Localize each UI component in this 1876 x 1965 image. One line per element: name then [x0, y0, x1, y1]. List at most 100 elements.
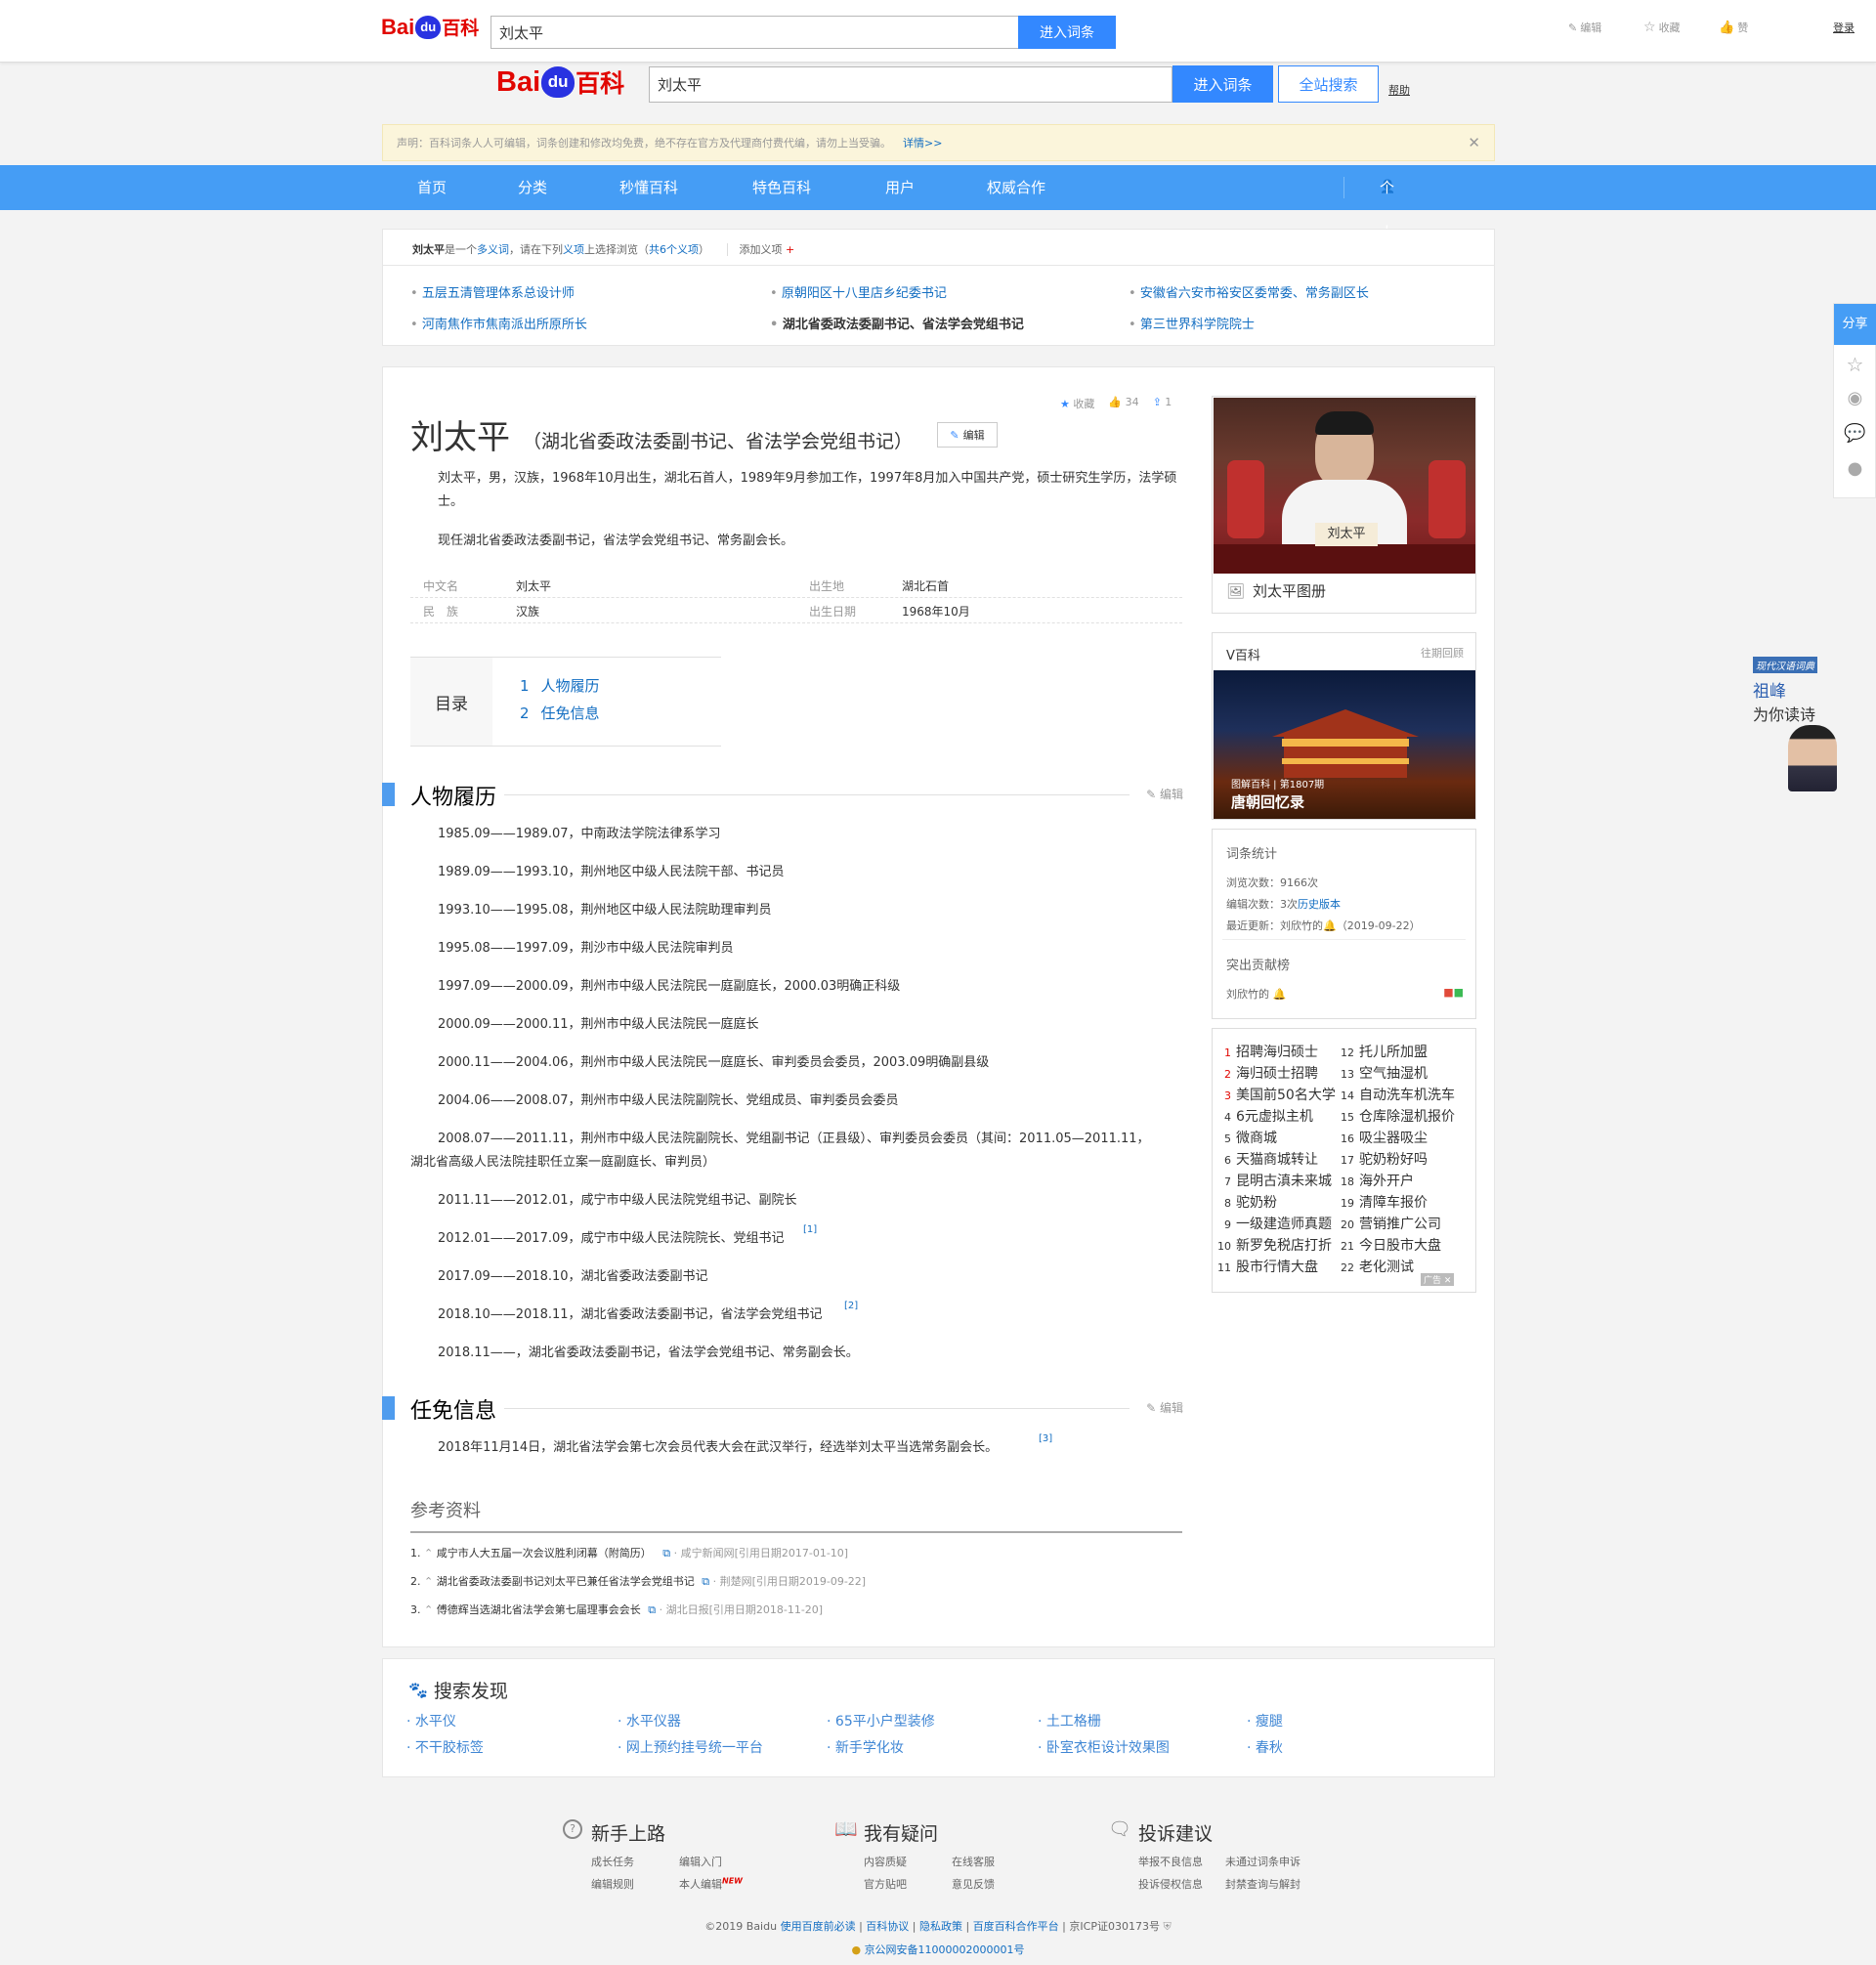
toc-item[interactable]: 2 任免信息 — [520, 703, 600, 723]
nav-item-featured[interactable]: 特色百科 — [752, 165, 811, 210]
up-icon[interactable]: ⌃ — [424, 1603, 433, 1616]
footer-link[interactable]: 编辑入门 — [679, 1854, 722, 1869]
search-input[interactable]: 刘太平 — [490, 16, 1019, 49]
footer-link[interactable]: 编辑规则 — [591, 1876, 634, 1892]
ranking-item[interactable]: 5 微商城 — [1217, 1128, 1277, 1147]
ranking-item[interactable]: 6 天猫商城转让 — [1217, 1149, 1318, 1169]
past-issues-link[interactable]: 往期回顾 — [1421, 645, 1464, 661]
main-search-input[interactable]: 刘太平 — [649, 66, 1172, 103]
external-link-icon[interactable]: ⧉ — [648, 1603, 656, 1616]
ranking-item[interactable]: 14 自动洗车机洗车 — [1341, 1085, 1455, 1104]
like-button[interactable]: 👍 34 — [1108, 396, 1138, 411]
ad-badge[interactable]: 广告 ✕ — [1421, 1273, 1455, 1286]
citation-link[interactable]: [2] — [844, 1301, 858, 1311]
collect-action[interactable]: ☆ 收藏 — [1643, 20, 1681, 35]
nav-item-user[interactable]: 用户 — [885, 165, 915, 210]
footer-link[interactable]: 封禁查询与解封 — [1225, 1876, 1300, 1892]
discover-item[interactable]: · 65平小户型装修 — [827, 1711, 935, 1730]
edit-action[interactable]: ✎ 编辑 — [1568, 20, 1601, 35]
main-enter-entry-button[interactable]: 进入词条 — [1172, 65, 1273, 103]
add-meaning-link[interactable]: 添加义项 + — [726, 243, 795, 256]
toc-item[interactable]: 1 人物履历 — [520, 675, 600, 696]
section-edit-link[interactable]: ✎ 编辑 — [1146, 786, 1183, 802]
ranking-item[interactable]: 13 空气抽湿机 — [1341, 1063, 1428, 1083]
ranking-item[interactable]: 7 昆明古滇未来城 — [1217, 1171, 1332, 1190]
up-icon[interactable]: ⌃ — [424, 1575, 433, 1588]
footer-link[interactable]: 成长任务 — [591, 1854, 634, 1869]
page-subtitle: （湖北省委政法委副书记、省法学会党组书记） — [523, 431, 914, 452]
footer-link[interactable]: 举报不良信息 — [1138, 1854, 1203, 1869]
help-link[interactable]: 帮助 — [1388, 82, 1410, 98]
enter-entry-button[interactable]: 进入词条 — [1018, 16, 1116, 49]
floating-ad[interactable]: 现代汉语词典 祖峰 为你读诗 — [1753, 657, 1841, 793]
ranking-item[interactable]: 16 吸尘器吸尘 — [1341, 1128, 1428, 1147]
discover-item[interactable]: · 新手学化妆 — [827, 1737, 904, 1757]
citation-link[interactable]: [3] — [1039, 1433, 1052, 1444]
ranking-item[interactable]: 20 营销推广公司 — [1341, 1214, 1441, 1233]
like-action[interactable]: 👍 赞 — [1719, 20, 1748, 35]
ranking-item[interactable]: 10 新罗免税店打折 — [1217, 1235, 1332, 1255]
wechat-icon[interactable]: 💬 — [1834, 423, 1876, 444]
album-link[interactable]: 🖼 刘太平图册 — [1226, 580, 1326, 601]
history-link[interactable]: 历史版本 — [1298, 898, 1341, 911]
star-icon[interactable]: ☆ — [1834, 353, 1876, 376]
footer-link[interactable]: 在线客服 — [952, 1854, 995, 1869]
site-search-button[interactable]: 全站搜索 — [1278, 65, 1379, 103]
up-icon[interactable]: ⌃ — [424, 1547, 433, 1559]
discover-item[interactable]: · 瘦腿 — [1247, 1711, 1283, 1730]
footer-link[interactable]: 内容质疑 — [864, 1854, 907, 1869]
ranking-item[interactable]: 2 海归硕士招聘 — [1217, 1063, 1318, 1083]
discover-item[interactable]: · 春秋 — [1247, 1737, 1283, 1757]
discover-item[interactable]: · 网上预约挂号统一平台 — [618, 1737, 763, 1757]
nav-item-category[interactable]: 分类 — [518, 165, 547, 210]
ranking-item[interactable]: 1 招聘海归硕士 — [1217, 1042, 1318, 1061]
footer-link[interactable]: 本人编辑NEW — [679, 1876, 743, 1892]
ranking-item[interactable]: 11 股市行情大盘 — [1217, 1257, 1318, 1276]
nav-item-home[interactable]: 首页 — [417, 165, 447, 210]
ranking-item[interactable]: 22 老化测试 — [1341, 1257, 1414, 1276]
external-link-icon[interactable]: ⧉ — [702, 1575, 709, 1588]
share-label[interactable]: 分享 — [1834, 304, 1876, 345]
edit-entry-button[interactable]: ✎ 编辑 — [937, 422, 998, 448]
footer-link[interactable]: 意见反馈 — [952, 1876, 995, 1892]
video-thumbnail[interactable]: 图解百科 | 第1807期 唐朝回忆录 — [1214, 670, 1475, 819]
baike-logo[interactable]: Bai du 百科 — [381, 14, 479, 40]
ranking-item[interactable]: 8 驼奶粉 — [1217, 1192, 1277, 1212]
discover-item[interactable]: · 卧室衣柜设计效果图 — [1038, 1737, 1170, 1757]
login-link[interactable]: 登录 — [1833, 20, 1855, 35]
collect-button[interactable]: ★ 收藏 — [1060, 396, 1094, 411]
ranking-item[interactable]: 12 托儿所加盟 — [1341, 1042, 1428, 1061]
discover-item[interactable]: · 土工格栅 — [1038, 1711, 1101, 1730]
ranking-item[interactable]: 21 今日股市大盘 — [1341, 1235, 1441, 1255]
ranking-item[interactable]: 18 海外开户 — [1341, 1171, 1414, 1190]
ranking-item[interactable]: 15 仓库除湿机报价 — [1341, 1106, 1455, 1126]
discover-item[interactable]: · 不干胶标签 — [406, 1737, 484, 1757]
ranking-item[interactable]: 17 驼奶粉好吗 — [1341, 1149, 1428, 1169]
nav-item-miaodong[interactable]: 秒懂百科 — [619, 165, 678, 210]
footer-link[interactable]: 投诉侵权信息 — [1138, 1876, 1203, 1892]
discover-item[interactable]: · 水平仪器 — [618, 1711, 681, 1730]
polysemy-item[interactable]: 安徽省六安市裕安区委常委、常务副区长 — [1129, 282, 1369, 301]
citation-link[interactable]: [1] — [803, 1224, 817, 1235]
share-button[interactable]: ⇪ 1 — [1153, 396, 1172, 411]
weibo-icon[interactable]: ◉ — [1834, 388, 1876, 408]
portrait-image[interactable]: 刘太平 — [1214, 398, 1475, 574]
close-icon[interactable]: ✕ — [1468, 134, 1480, 151]
nav-item-authority[interactable]: 权威合作 — [987, 165, 1045, 210]
ranking-item[interactable]: 3 美国前50名大学 — [1217, 1085, 1336, 1104]
qq-icon[interactable]: ● — [1834, 458, 1876, 479]
polysemy-item[interactable]: 河南焦作市焦南派出所原所长 — [410, 314, 587, 332]
section-edit-link[interactable]: ✎ 编辑 — [1146, 1399, 1183, 1416]
ranking-item[interactable]: 4 6元虚拟主机 — [1217, 1106, 1313, 1126]
ranking-item[interactable]: 9 一级建造师真题 — [1217, 1214, 1332, 1233]
polysemy-item[interactable]: 原朝阳区十八里店乡纪委书记 — [770, 282, 947, 301]
polysemy-item[interactable]: 五层五清管理体系总设计师 — [410, 282, 575, 301]
polysemy-item[interactable]: 第三世界科学院院士 — [1129, 314, 1255, 332]
ranking-item[interactable]: 19 清障车报价 — [1341, 1192, 1428, 1212]
discover-item[interactable]: · 水平仪 — [406, 1711, 456, 1730]
notice-detail-link[interactable]: 详情>> — [903, 135, 942, 150]
external-link-icon[interactable]: ⧉ — [662, 1547, 670, 1559]
footer-link[interactable]: 官方贴吧 — [864, 1876, 907, 1892]
baike-logo-large[interactable]: Bai du 百科 — [496, 64, 624, 100]
footer-link[interactable]: 未通过词条申诉 — [1225, 1854, 1300, 1869]
